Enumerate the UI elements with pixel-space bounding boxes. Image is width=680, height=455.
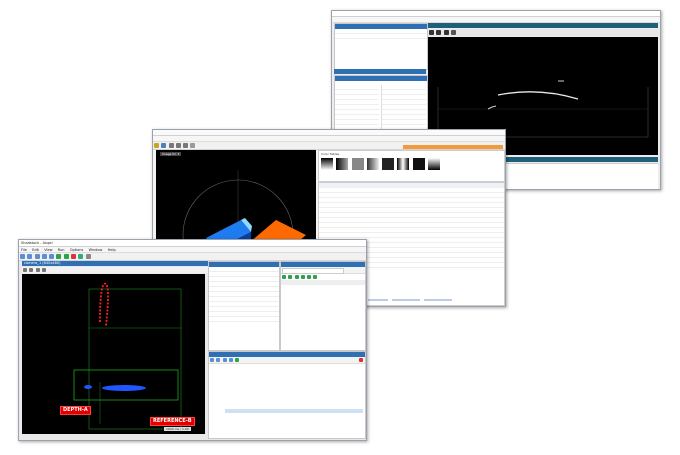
system-objects-panel [208, 261, 280, 351]
bottom-field: 1024 ms / 1.00 [164, 427, 191, 431]
orange-header-strip [403, 145, 503, 149]
fit-icon[interactable] [190, 143, 196, 148]
status-links [368, 298, 458, 302]
tree-item[interactable] [335, 34, 427, 39]
toolbar [19, 253, 366, 261]
step-icon[interactable] [63, 254, 69, 259]
scan-fragment [487, 105, 497, 110]
prog-tool-icon[interactable] [235, 358, 240, 362]
close-icon[interactable] [359, 358, 363, 362]
type-icon[interactable] [313, 275, 318, 279]
save-icon[interactable] [34, 254, 40, 259]
color-swatch[interactable] [336, 158, 349, 170]
image-overlay [73, 282, 182, 430]
param-row[interactable] [382, 120, 426, 125]
prog-tool-icon[interactable] [228, 358, 233, 362]
fit-icon[interactable] [35, 268, 40, 272]
type-icon[interactable] [300, 275, 305, 279]
color-swatch[interactable] [412, 158, 425, 170]
zoom-out-icon[interactable] [183, 143, 189, 148]
menu-help[interactable]: Help [108, 248, 116, 253]
left-panel-bar [334, 69, 426, 74]
label-left: DEPTH-A [60, 406, 91, 415]
viewer-tab[interactable]: camera_1 (640x480) [22, 261, 224, 266]
bottom-left-window: Shadstock - Angel File Edit View Run Opt… [18, 239, 367, 441]
type-icon[interactable] [307, 275, 312, 279]
color-swatch[interactable] [382, 158, 395, 170]
viewer-toolbar [428, 29, 658, 36]
table-header [281, 280, 365, 285]
type-icon[interactable] [294, 275, 299, 279]
prog-tool-icon[interactable] [222, 358, 227, 362]
color-table-title: Color Tables [321, 152, 340, 156]
program-panel [208, 351, 366, 439]
run-icon[interactable] [56, 254, 62, 259]
viewer-header [428, 23, 658, 28]
list-item[interactable] [209, 317, 279, 322]
image-viewport[interactable]: DEPTH-A REFERENCE-B 1024 ms / 1.00 [22, 274, 205, 434]
roi-frame [88, 288, 182, 430]
roi-box [73, 369, 179, 401]
blue-blob [102, 385, 146, 391]
tree-panel [334, 23, 428, 70]
viewer-toolbar [22, 267, 224, 273]
status-link[interactable] [423, 299, 452, 301]
type-icon[interactable] [282, 275, 286, 279]
type-icon[interactable] [288, 275, 293, 279]
label-right: REFERENCE-B [150, 417, 195, 426]
color-swatch[interactable] [351, 158, 364, 170]
new-icon[interactable] [20, 254, 25, 259]
stop-icon[interactable] [70, 254, 76, 259]
variables-panel [280, 261, 366, 351]
color-swatch[interactable] [321, 158, 333, 170]
blue-blob-small [84, 385, 92, 389]
prog-tool-icon[interactable] [216, 358, 221, 362]
pan-icon[interactable] [41, 268, 46, 272]
color-swatch[interactable] [427, 158, 440, 170]
settings-icon[interactable] [450, 30, 456, 35]
color-table-panel: Color Tables [318, 150, 505, 182]
title-bar: Shadstock - Angel [19, 240, 366, 247]
pause-icon[interactable] [78, 254, 84, 259]
debug-icon[interactable] [85, 254, 91, 259]
open-icon[interactable] [154, 143, 159, 148]
tree-node[interactable] [225, 421, 363, 425]
save-icon[interactable] [161, 143, 167, 148]
color-swatch[interactable] [366, 158, 379, 170]
copy-icon[interactable] [41, 254, 47, 259]
open-icon[interactable] [27, 254, 33, 259]
pause-icon[interactable] [436, 30, 442, 35]
zoom-icon[interactable] [168, 143, 174, 148]
zoom-in-icon[interactable] [23, 268, 27, 272]
properties-header [335, 76, 427, 81]
viewer-tab-label: camera_1 (640x480) [24, 261, 61, 265]
play-icon[interactable] [429, 30, 434, 35]
prog-tool-icon[interactable] [210, 358, 214, 362]
status-link[interactable] [391, 299, 420, 301]
zoom-in-icon[interactable] [175, 143, 181, 148]
red-contour [99, 282, 109, 327]
window-title: Shadstock - Angel [21, 241, 53, 245]
scan-curve [497, 91, 579, 100]
zoom-out-icon[interactable] [29, 268, 34, 272]
status-link[interactable] [368, 299, 388, 301]
paste-icon[interactable] [49, 254, 55, 259]
color-swatch[interactable] [397, 158, 410, 170]
menu-window[interactable]: Window [89, 248, 103, 253]
stop-icon[interactable] [443, 30, 449, 35]
